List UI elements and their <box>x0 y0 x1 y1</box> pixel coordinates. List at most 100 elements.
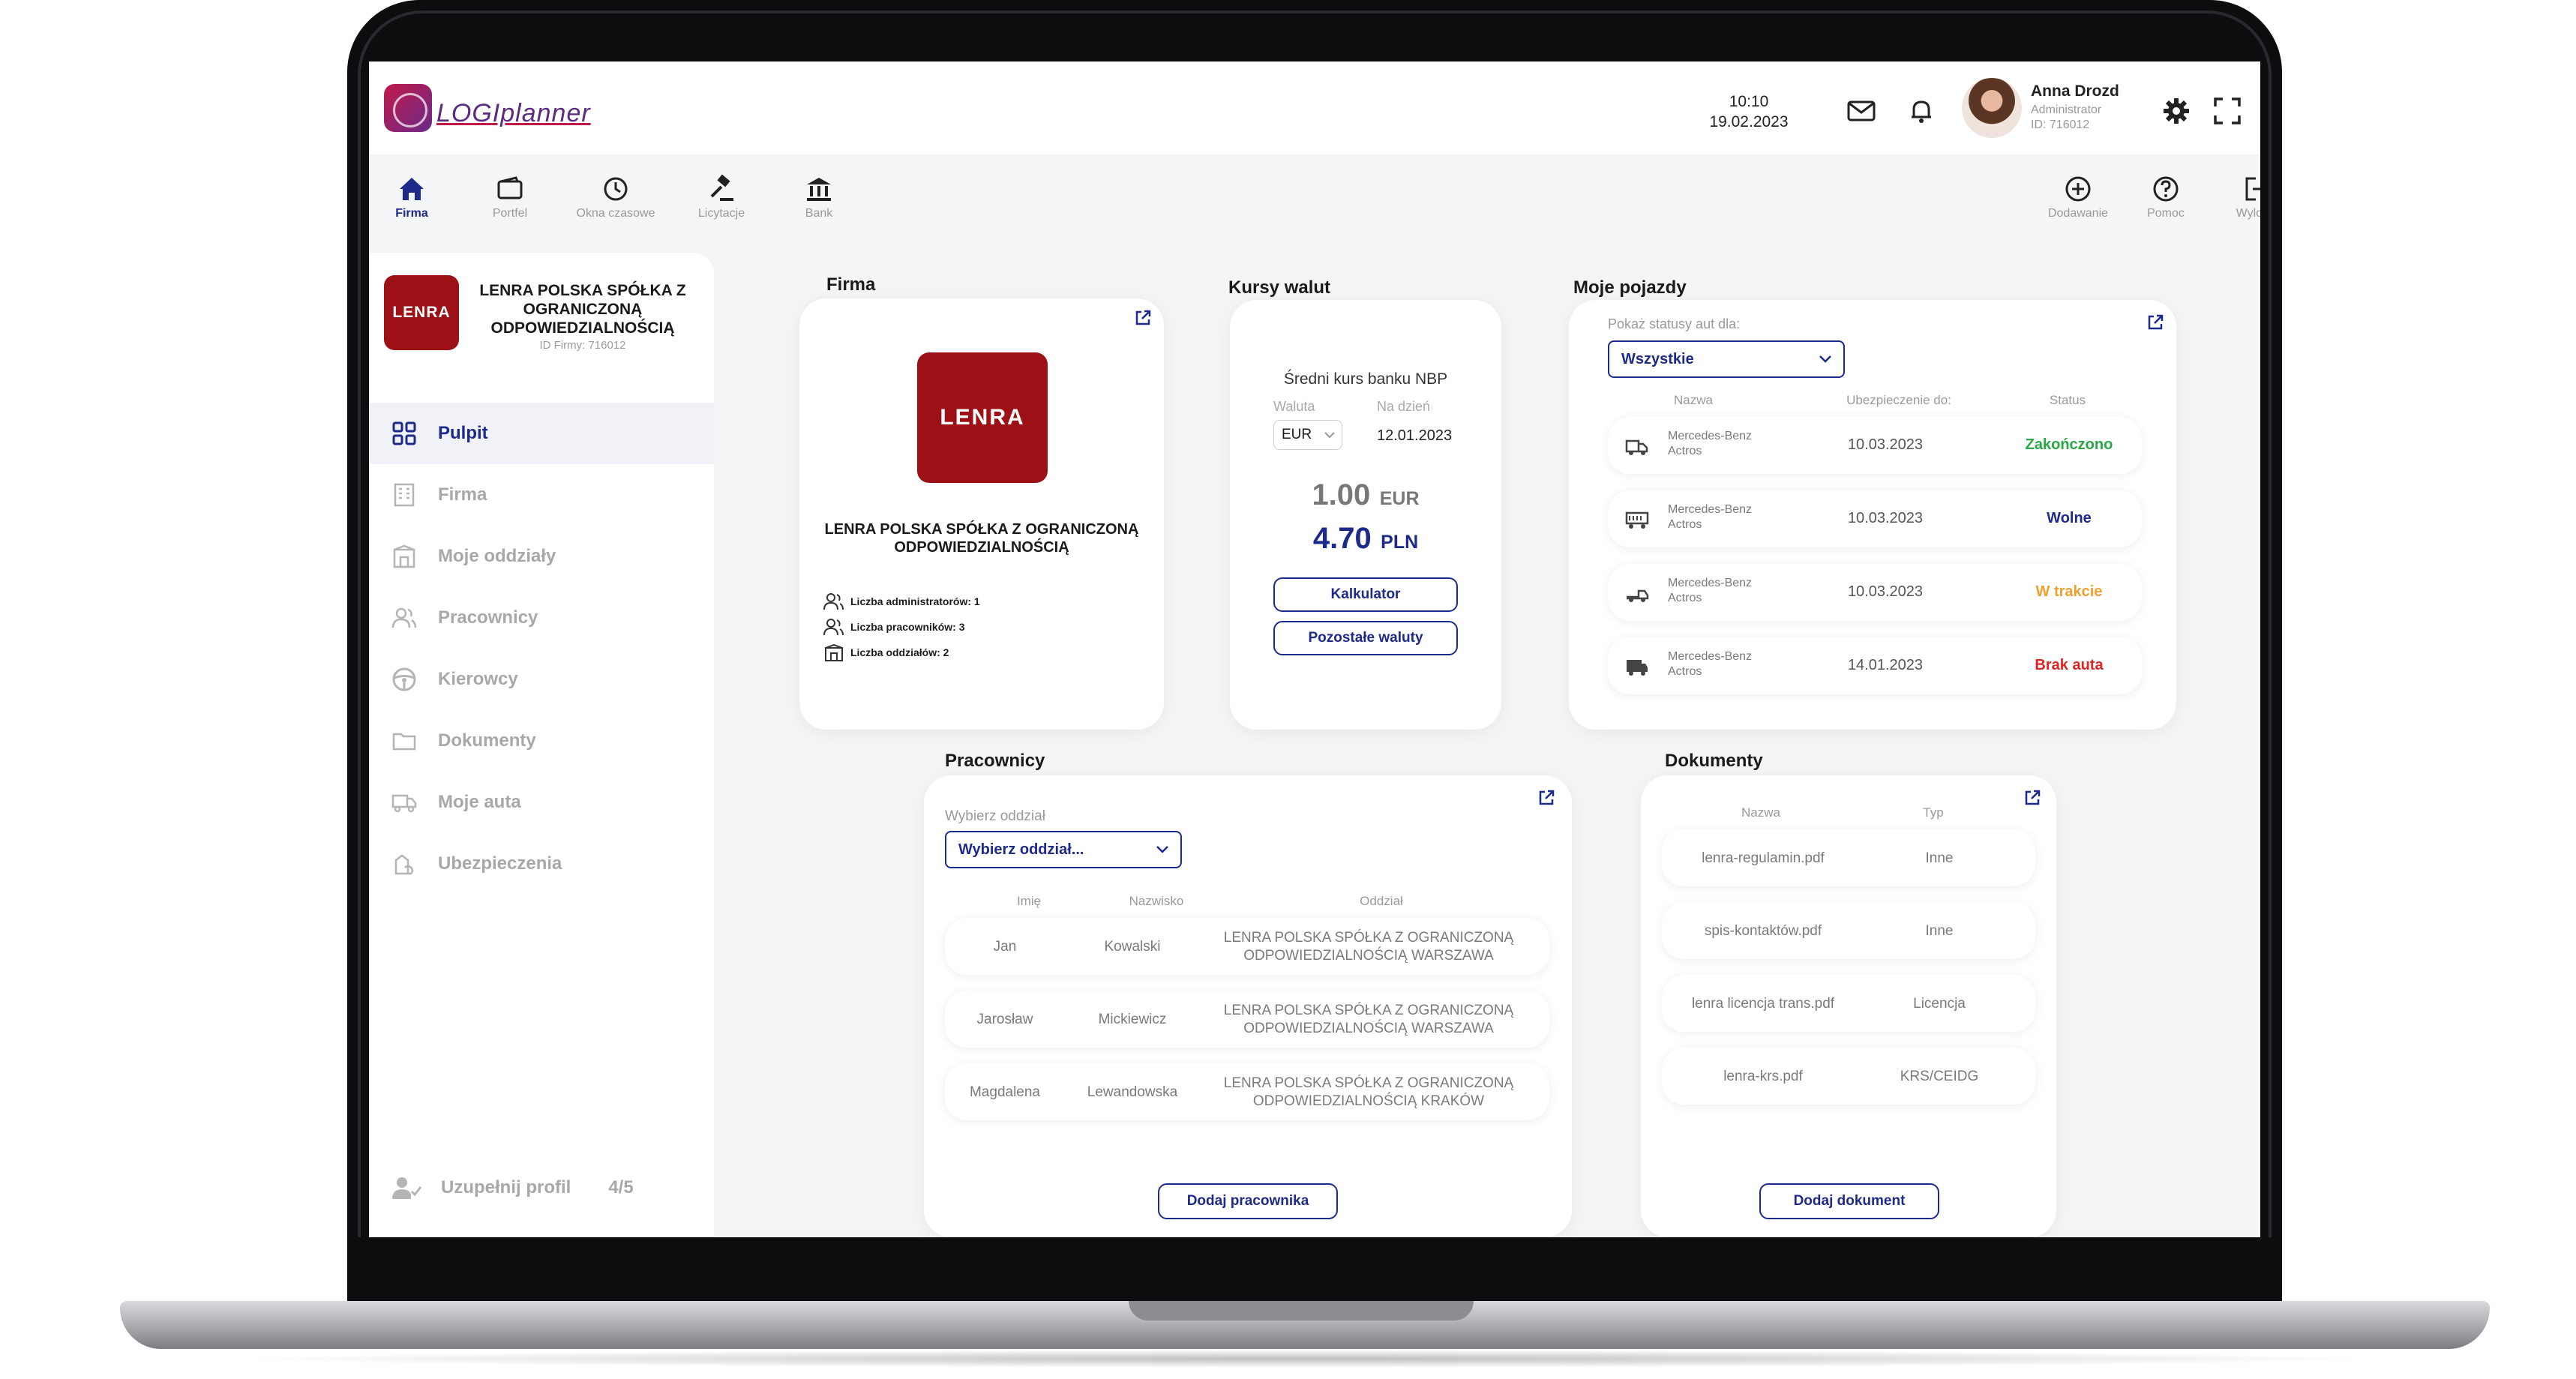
employee-branch-line2: ODPOWIEDZIALNOŚCIĄ KRAKÓW <box>1252 1093 1485 1109</box>
external-link-icon[interactable] <box>1134 309 1152 327</box>
employee-row[interactable]: Jarosław Mickiewicz LENRA POLSKA SPÓŁKA Z … <box>945 991 1549 1048</box>
add-employee-button[interactable]: Dodaj pracownika <box>1158 1183 1338 1219</box>
avatar[interactable] <box>1962 78 2022 138</box>
nav-pomoc[interactable]: Pomoc <box>2121 174 2211 220</box>
gear-icon[interactable] <box>2161 96 2191 126</box>
truck-icon <box>1624 582 1650 603</box>
branch-filter-label: Wybierz oddział <box>945 808 1045 824</box>
external-link-icon[interactable] <box>1537 789 1555 807</box>
firma-name: LENRA POLSKA SPÓŁKA Z OGRANICZONĄ ODPOWI… <box>824 521 1139 556</box>
sidebar-item-label: Moje auta <box>438 792 521 812</box>
nav-dodawanie[interactable]: Dodawanie <box>2033 174 2123 220</box>
rate-from: 1.00 EUR <box>1230 478 1501 512</box>
branch-select[interactable]: Wybierz oddział... <box>945 831 1182 868</box>
sidebar-item-label: Moje oddziały <box>438 546 556 566</box>
nav-label: Portfel <box>492 207 528 220</box>
employee-last-name: Lewandowska <box>1087 1084 1178 1100</box>
employee-last-name: Mickiewicz <box>1098 1012 1167 1027</box>
employee-branch-line2: ODPOWIEDZIALNOŚCIĄ WARSZAWA <box>1243 1021 1494 1036</box>
stat-branches: Liczba oddziałów: 2 <box>823 643 949 661</box>
document-row[interactable]: lenra-regulamin.pdf Inne <box>1662 829 2035 886</box>
status-badge: Brak auta <box>2035 657 2104 673</box>
sidebar-item-label: Pulpit <box>438 423 488 443</box>
branch-icon <box>393 544 415 568</box>
nav-wyloguj[interactable]: Wyloguj <box>2212 174 2260 220</box>
fullscreen-icon[interactable] <box>2212 96 2242 126</box>
laptop-bezel <box>347 1237 2282 1305</box>
sidebar-item-pulpit[interactable]: Pulpit <box>369 403 714 464</box>
sidebar-item-moje-auta[interactable]: Moje auta <box>369 772 714 833</box>
nav-label: Okna czasowe <box>576 207 655 220</box>
status-badge: Zakończono <box>2025 436 2113 453</box>
company-name: LENRA POLSKA SPÓŁKA Z OGRANICZONĄ ODPOWI… <box>479 282 686 337</box>
sidebar-item-label: Dokumenty <box>438 730 536 751</box>
dokumenty-card: Nazwa Typ lenra-regulamin.pdf Inne spis-ko… <box>1641 775 2056 1237</box>
other-currencies-button[interactable]: Pozostałe waluty <box>1273 621 1458 655</box>
sidebar: LENRA LENRA POLSKA SPÓŁKA Z OGRANICZONĄ … <box>369 253 714 1237</box>
vehicle-make: Mercedes-Benz <box>1668 503 1753 516</box>
document-row[interactable]: spis-kontaktów.pdf Inne <box>1662 902 2035 959</box>
pracownicy-title: Pracownicy <box>945 751 1045 771</box>
sidebar-item-kierowcy[interactable]: Kierowcy <box>369 649 714 710</box>
nav-okna-czasowe[interactable]: Okna czasowe <box>571 174 661 220</box>
rate-from-code: EUR <box>1379 488 1420 509</box>
external-link-icon[interactable] <box>2146 313 2164 331</box>
currency-value: EUR <box>1282 427 1312 442</box>
document-row[interactable]: lenra licencja trans.pdf Licencja <box>1662 975 2035 1032</box>
nav-licytacje[interactable]: Licytacje <box>676 174 766 220</box>
home-icon <box>400 178 424 200</box>
vehicle-status-select[interactable]: Wszystkie <box>1608 340 1845 378</box>
company-logo: LENRA <box>384 275 459 350</box>
sidebar-item-moje-oddzialy[interactable]: Moje oddziały <box>369 526 714 587</box>
clock: 10:10 19.02.2023 <box>1696 91 1801 132</box>
add-document-button[interactable]: Dodaj dokument <box>1759 1183 1939 1219</box>
document-row[interactable]: lenra-krs.pdf KRS/CEIDG <box>1662 1048 2035 1105</box>
laptop-notch <box>1129 1301 1474 1321</box>
sidebar-item-label: Pracownicy <box>438 607 538 628</box>
vehicle-row[interactable]: Mercedes-Benz Actros 10.03.2023 Wolne <box>1608 490 2142 547</box>
nav-label: Bank <box>805 207 833 220</box>
employee-row[interactable]: Jan Kowalski LENRA POLSKA SPÓŁKA Z OGRANIC… <box>945 918 1549 975</box>
bell-icon[interactable] <box>1906 96 1936 126</box>
kursy-card: Średni kurs banku NBP Waluta Na dzień EU… <box>1230 300 1501 730</box>
user-id: ID: 716012 <box>2031 118 2090 131</box>
mail-icon[interactable] <box>1846 96 1876 126</box>
calculator-button[interactable]: Kalkulator <box>1273 577 1458 612</box>
document-name: lenra-krs.pdf <box>1723 1069 1803 1084</box>
vehicle-filter-label: Pokaż statusy aut dla: <box>1608 316 1741 331</box>
app-logo[interactable]: LOGIplanner <box>384 84 631 132</box>
firma-logo: LENRA <box>917 352 1048 483</box>
complete-profile[interactable]: Uzupełnij profil 4/5 <box>391 1175 634 1201</box>
vehicle-row[interactable]: Mercedes-Benz Actros 14.01.2023 Brak auta <box>1608 637 2142 694</box>
vehicle-model: Actros <box>1668 445 1702 457</box>
insurance-icon <box>394 854 414 875</box>
chevron-down-icon <box>1324 432 1335 439</box>
nav-bank[interactable]: Bank <box>774 174 864 220</box>
nav-portfel[interactable]: Portfel <box>465 174 555 220</box>
external-link-icon[interactable] <box>2023 789 2041 807</box>
vehicle-row[interactable]: Mercedes-Benz Actros 10.03.2023 W trakcie <box>1608 564 2142 621</box>
vehicle-row[interactable]: Mercedes-Benz Actros 10.03.2023 Zakończono <box>1608 417 2142 474</box>
sidebar-item-ubezpieczenia[interactable]: Ubezpieczenia <box>369 833 714 895</box>
currency-select[interactable]: EUR <box>1273 420 1342 450</box>
document-type: Licencja <box>1913 996 1966 1012</box>
employee-last-name: Kowalski <box>1104 939 1161 955</box>
employee-branch-line1: LENRA POLSKA SPÓŁKA Z OGRANICZONĄ <box>1223 930 1514 946</box>
currency-label: Waluta <box>1273 399 1315 414</box>
sidebar-menu: Pulpit Firma Moje oddziały Pracownicy Ki… <box>369 403 714 895</box>
document-type: Inne <box>1925 850 1954 866</box>
col-header: Imię <box>1016 894 1042 908</box>
kursy-title: Kursy walut <box>1228 277 1331 298</box>
sidebar-item-dokumenty[interactable]: Dokumenty <box>369 710 714 772</box>
laptop-shadow <box>225 1350 2385 1368</box>
sidebar-item-firma[interactable]: Firma <box>369 464 714 526</box>
sidebar-item-pracownicy[interactable]: Pracownicy <box>369 587 714 649</box>
document-name: lenra licencja trans.pdf <box>1691 996 1835 1012</box>
pojazdy-title: Moje pojazdy <box>1573 277 1687 298</box>
nav-label: Licytacje <box>697 207 745 220</box>
rate-to: 4.70 PLN <box>1230 522 1501 556</box>
employee-row[interactable]: Magdalena Lewandowska LENRA POLSKA SPÓŁKA … <box>945 1063 1549 1120</box>
document-type: KRS/CEIDG <box>1900 1069 1979 1084</box>
dokumenty-title: Dokumenty <box>1665 751 1763 771</box>
nav-firma[interactable]: Firma <box>369 174 457 220</box>
